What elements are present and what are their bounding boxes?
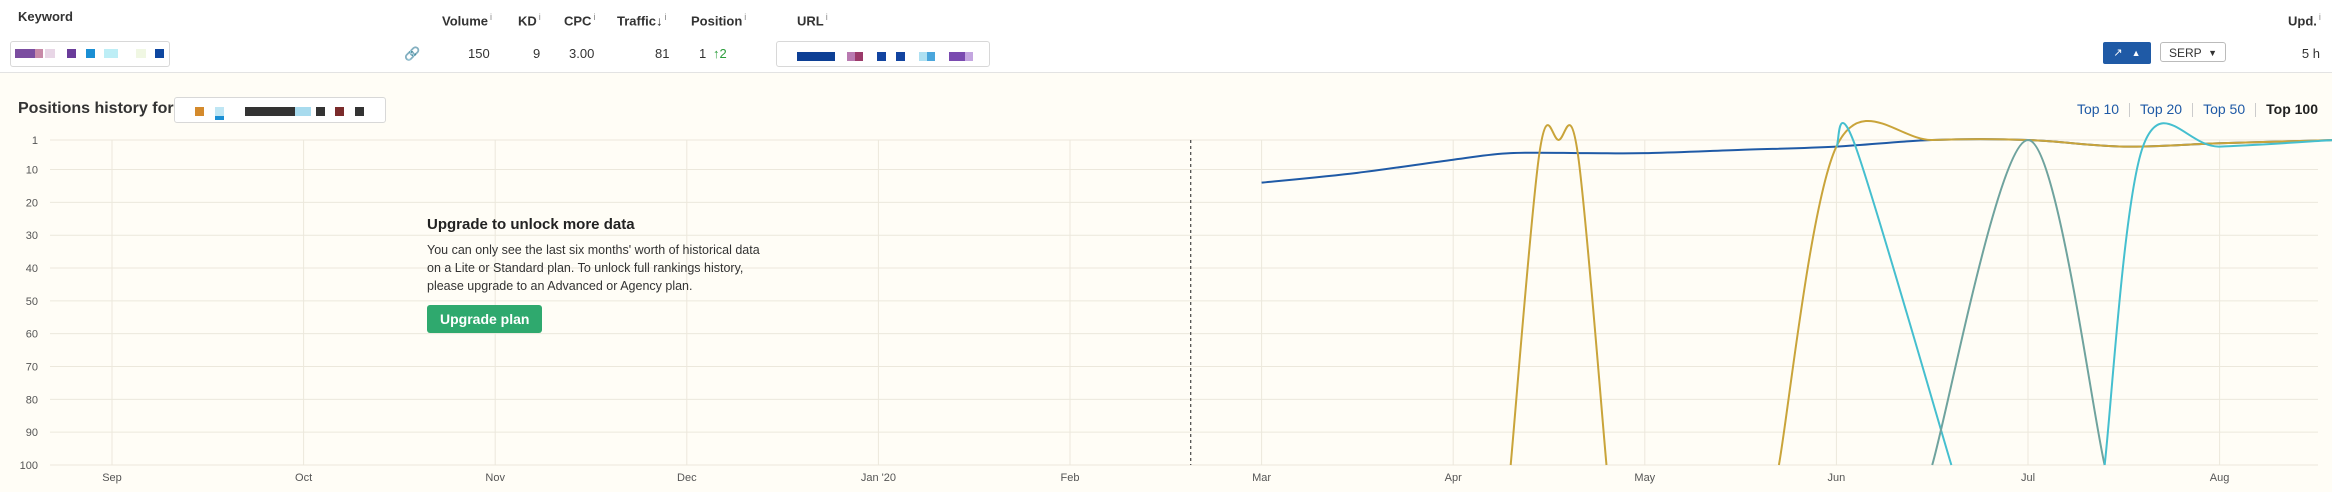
x-tick-label: Dec — [677, 472, 697, 484]
x-tick-label: Feb — [1061, 472, 1080, 484]
y-tick-label: 10 — [26, 165, 38, 177]
y-tick-label: 90 — [26, 427, 38, 439]
x-tick-label: Mar — [1252, 472, 1271, 484]
x-tick-label: Sep — [102, 472, 122, 484]
y-tick-label: 30 — [26, 230, 38, 242]
y-tick-label: 20 — [26, 197, 38, 209]
y-tick-label: 100 — [20, 460, 38, 472]
positions-chart: 1 10 20 30 40 50 60 70 80 90 100 Sep Oct Nov Dec Jan '2… — [20, 120, 2332, 484]
x-tick-label: Jul — [2021, 472, 2035, 484]
series-line-3 — [1835, 122, 1953, 466]
upgrade-plan-button[interactable]: Upgrade plan — [427, 305, 543, 333]
series-line-1 — [1509, 124, 1608, 466]
y-tick-label: 70 — [26, 362, 38, 374]
y-tick-label: 40 — [26, 263, 38, 275]
series-line-5 — [2103, 122, 2332, 466]
y-tick-label: 50 — [26, 296, 38, 308]
upsell-title: Upgrade to unlock more data — [427, 216, 635, 233]
x-tick-label: May — [1634, 472, 1655, 484]
series-line-2 — [1777, 120, 2332, 466]
x-tick-label: Jun — [1828, 472, 1846, 484]
series-line-4 — [1931, 138, 2106, 466]
x-tick-label: Apr — [1445, 472, 1462, 484]
x-tick-label: Aug — [2210, 472, 2230, 484]
x-tick-label: Jan '20 — [861, 472, 896, 484]
upsell-body: You can only see the last six months' wo… — [427, 243, 760, 293]
y-tick-label: 60 — [26, 329, 38, 341]
y-tick-label: 1 — [32, 135, 38, 147]
y-tick-label: 80 — [26, 394, 38, 406]
x-tick-label: Oct — [295, 472, 312, 484]
x-tick-label: Nov — [485, 472, 505, 484]
upsell-panel: Upgrade to unlock more data You can only… — [427, 216, 767, 333]
